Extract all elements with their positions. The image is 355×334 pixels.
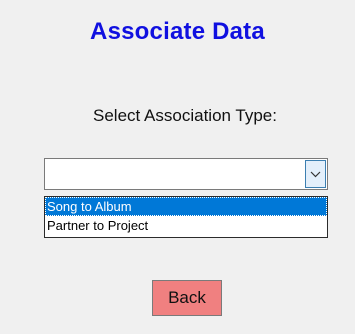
association-type-dropdown-list: Song to Album Partner to Project [44, 196, 328, 238]
association-type-label: Select Association Type: [93, 106, 277, 125]
option-partner-to-project[interactable]: Partner to Project [45, 216, 327, 235]
association-type-combobox[interactable] [44, 158, 328, 190]
back-button[interactable]: Back [152, 280, 222, 316]
page-title: Associate Data [90, 18, 265, 45]
option-song-to-album[interactable]: Song to Album [45, 197, 327, 216]
chevron-down-icon [310, 171, 321, 177]
dropdown-toggle-button[interactable] [305, 160, 326, 188]
